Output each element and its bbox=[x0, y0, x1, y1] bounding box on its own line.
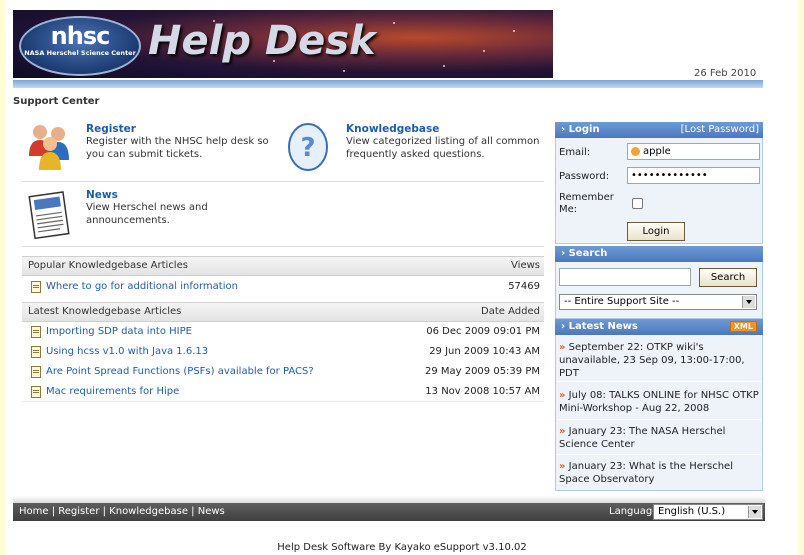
document-icon bbox=[31, 386, 41, 398]
table-row: Importing SDP data into HIPE 06 Dec 2009… bbox=[22, 322, 544, 341]
header-banner: nhsc NASA Herschel Science Center Help D… bbox=[13, 10, 553, 78]
footer-link-news[interactable]: News bbox=[198, 506, 225, 517]
register-description: Register with the NHSC help desk so you … bbox=[86, 136, 269, 160]
date-added-column-header: Date Added bbox=[481, 306, 540, 317]
question-icon[interactable]: ? bbox=[286, 122, 330, 172]
search-button[interactable]: Search bbox=[699, 268, 757, 287]
nhsc-logo[interactable]: nhsc NASA Herschel Science Center bbox=[19, 16, 141, 76]
login-panel-title: › Login bbox=[561, 124, 600, 135]
news-feature: News View Herschel news and announcement… bbox=[86, 189, 286, 227]
login-button[interactable]: Login bbox=[627, 222, 685, 241]
footer-link-register[interactable]: Register bbox=[58, 506, 99, 517]
double-chevron-icon: » bbox=[559, 426, 566, 437]
newspaper-icon[interactable] bbox=[28, 190, 72, 240]
news-item[interactable]: » September 22: OTKP wiki's unavailable,… bbox=[559, 341, 759, 380]
email-value: apple bbox=[643, 146, 671, 157]
knowledgebase-description: View categorized listing of all common f… bbox=[346, 136, 540, 160]
news-item[interactable]: » July 08: TALKS ONLINE for NHSC OTKP Mi… bbox=[559, 389, 759, 415]
divider bbox=[22, 181, 544, 182]
popular-articles-title: Popular Knowledgebase Articles bbox=[28, 260, 188, 271]
search-panel-title: › Search bbox=[561, 248, 608, 259]
date-added: 06 Dec 2009 09:01 PM bbox=[426, 326, 540, 337]
chevron-down-icon bbox=[742, 296, 755, 308]
news-item[interactable]: » January 23: The NASA Herschel Science … bbox=[559, 425, 759, 451]
table-row: Mac requirements for Hipe 13 Nov 2008 10… bbox=[22, 382, 544, 401]
double-chevron-icon: » bbox=[559, 461, 566, 472]
date-added: 29 Jun 2009 10:43 AM bbox=[429, 346, 540, 357]
banner-title: Help Desk bbox=[148, 18, 376, 64]
document-icon bbox=[31, 346, 41, 358]
logo-main-text: nhsc bbox=[50, 22, 111, 50]
email-label: Email: bbox=[559, 147, 591, 158]
knowledgebase-link[interactable]: Knowledgebase bbox=[346, 123, 546, 135]
views-column-header: Views bbox=[511, 260, 540, 271]
document-icon bbox=[31, 326, 41, 338]
language-select[interactable]: English (U.S.) bbox=[653, 504, 763, 520]
footer-links: Home | Register | Knowledgebase | News bbox=[19, 506, 225, 517]
footer-bar: Home | Register | Knowledgebase | News L… bbox=[13, 503, 765, 521]
user-icon bbox=[631, 146, 640, 156]
divider bbox=[22, 401, 544, 402]
remember-me-checkbox[interactable] bbox=[632, 198, 643, 209]
document-icon bbox=[31, 281, 41, 293]
table-row: Using hcss v1.0 with Java 1.6.13 29 Jun … bbox=[22, 342, 544, 361]
svg-text:?: ? bbox=[300, 133, 315, 163]
chevron-down-icon bbox=[748, 506, 761, 518]
view-count: 57469 bbox=[508, 281, 540, 292]
password-label: Password: bbox=[559, 171, 610, 182]
article-link[interactable]: Importing SDP data into HIPE bbox=[46, 326, 192, 337]
latest-articles-header: Latest Knowledgebase Articles Date Added bbox=[22, 302, 544, 322]
email-field[interactable]: apple bbox=[627, 143, 760, 160]
page-title: Support Center bbox=[13, 96, 100, 107]
logo-sub-text: NASA Herschel Science Center bbox=[24, 49, 136, 57]
article-link[interactable]: Are Point Spread Functions (PSFs) availa… bbox=[46, 366, 314, 377]
latest-articles-title: Latest Knowledgebase Articles bbox=[28, 306, 182, 317]
latest-news-header: › Latest News XML bbox=[555, 319, 763, 335]
divider bbox=[557, 381, 761, 382]
language-value: English (U.S.) bbox=[658, 506, 726, 517]
double-chevron-icon: » bbox=[559, 390, 566, 401]
divider bbox=[557, 419, 761, 420]
divider bbox=[557, 454, 761, 455]
date-added: 13 Nov 2008 10:57 AM bbox=[425, 386, 540, 397]
search-scope-value: -- Entire Support Site -- bbox=[564, 296, 680, 307]
login-panel-header: › Login [Lost Password] bbox=[555, 122, 763, 138]
double-chevron-icon: » bbox=[559, 342, 566, 353]
article-link[interactable]: Using hcss v1.0 with Java 1.6.13 bbox=[46, 346, 208, 357]
search-input[interactable] bbox=[559, 268, 691, 286]
password-value: ••••••••••••• bbox=[631, 170, 708, 181]
article-link[interactable]: Mac requirements for Hipe bbox=[46, 386, 179, 397]
footer-link-home[interactable]: Home bbox=[19, 506, 49, 517]
news-description: View Herschel news and announcements. bbox=[86, 202, 208, 226]
search-panel-header: › Search bbox=[555, 246, 763, 262]
news-item[interactable]: » January 23: What is the Herschel Space… bbox=[559, 460, 759, 486]
latest-news-title: › Latest News bbox=[561, 321, 638, 332]
popular-articles-header: Popular Knowledgebase Articles Views bbox=[22, 256, 544, 276]
people-icon[interactable] bbox=[24, 120, 76, 172]
register-link[interactable]: Register bbox=[86, 123, 286, 135]
powered-by[interactable]: Help Desk Software By Kayako eSupport v3… bbox=[0, 542, 804, 553]
date-added: 29 May 2009 05:39 PM bbox=[424, 366, 540, 377]
article-link[interactable]: Where to go for additional information bbox=[46, 281, 238, 292]
register-feature: Register Register with the NHSC help des… bbox=[86, 123, 286, 161]
table-row: Are Point Spread Functions (PSFs) availa… bbox=[22, 362, 544, 381]
document-icon bbox=[31, 366, 41, 378]
divider bbox=[22, 246, 544, 247]
footer-shadow bbox=[13, 496, 765, 503]
news-link[interactable]: News bbox=[86, 189, 286, 201]
lost-password-link[interactable]: [Lost Password] bbox=[681, 124, 759, 135]
table-row: Where to go for additional information 5… bbox=[22, 277, 544, 296]
xml-feed-badge[interactable]: XML bbox=[729, 321, 757, 332]
password-field[interactable]: ••••••••••••• bbox=[627, 167, 760, 184]
knowledgebase-feature: Knowledgebase View categorized listing o… bbox=[346, 123, 546, 161]
search-scope-select[interactable]: -- Entire Support Site -- bbox=[559, 294, 757, 310]
header-divider bbox=[13, 80, 763, 88]
remember-me-label: Remember Me: bbox=[559, 192, 614, 215]
footer-link-knowledgebase[interactable]: Knowledgebase bbox=[109, 506, 188, 517]
current-date: 26 Feb 2010 bbox=[694, 68, 757, 79]
